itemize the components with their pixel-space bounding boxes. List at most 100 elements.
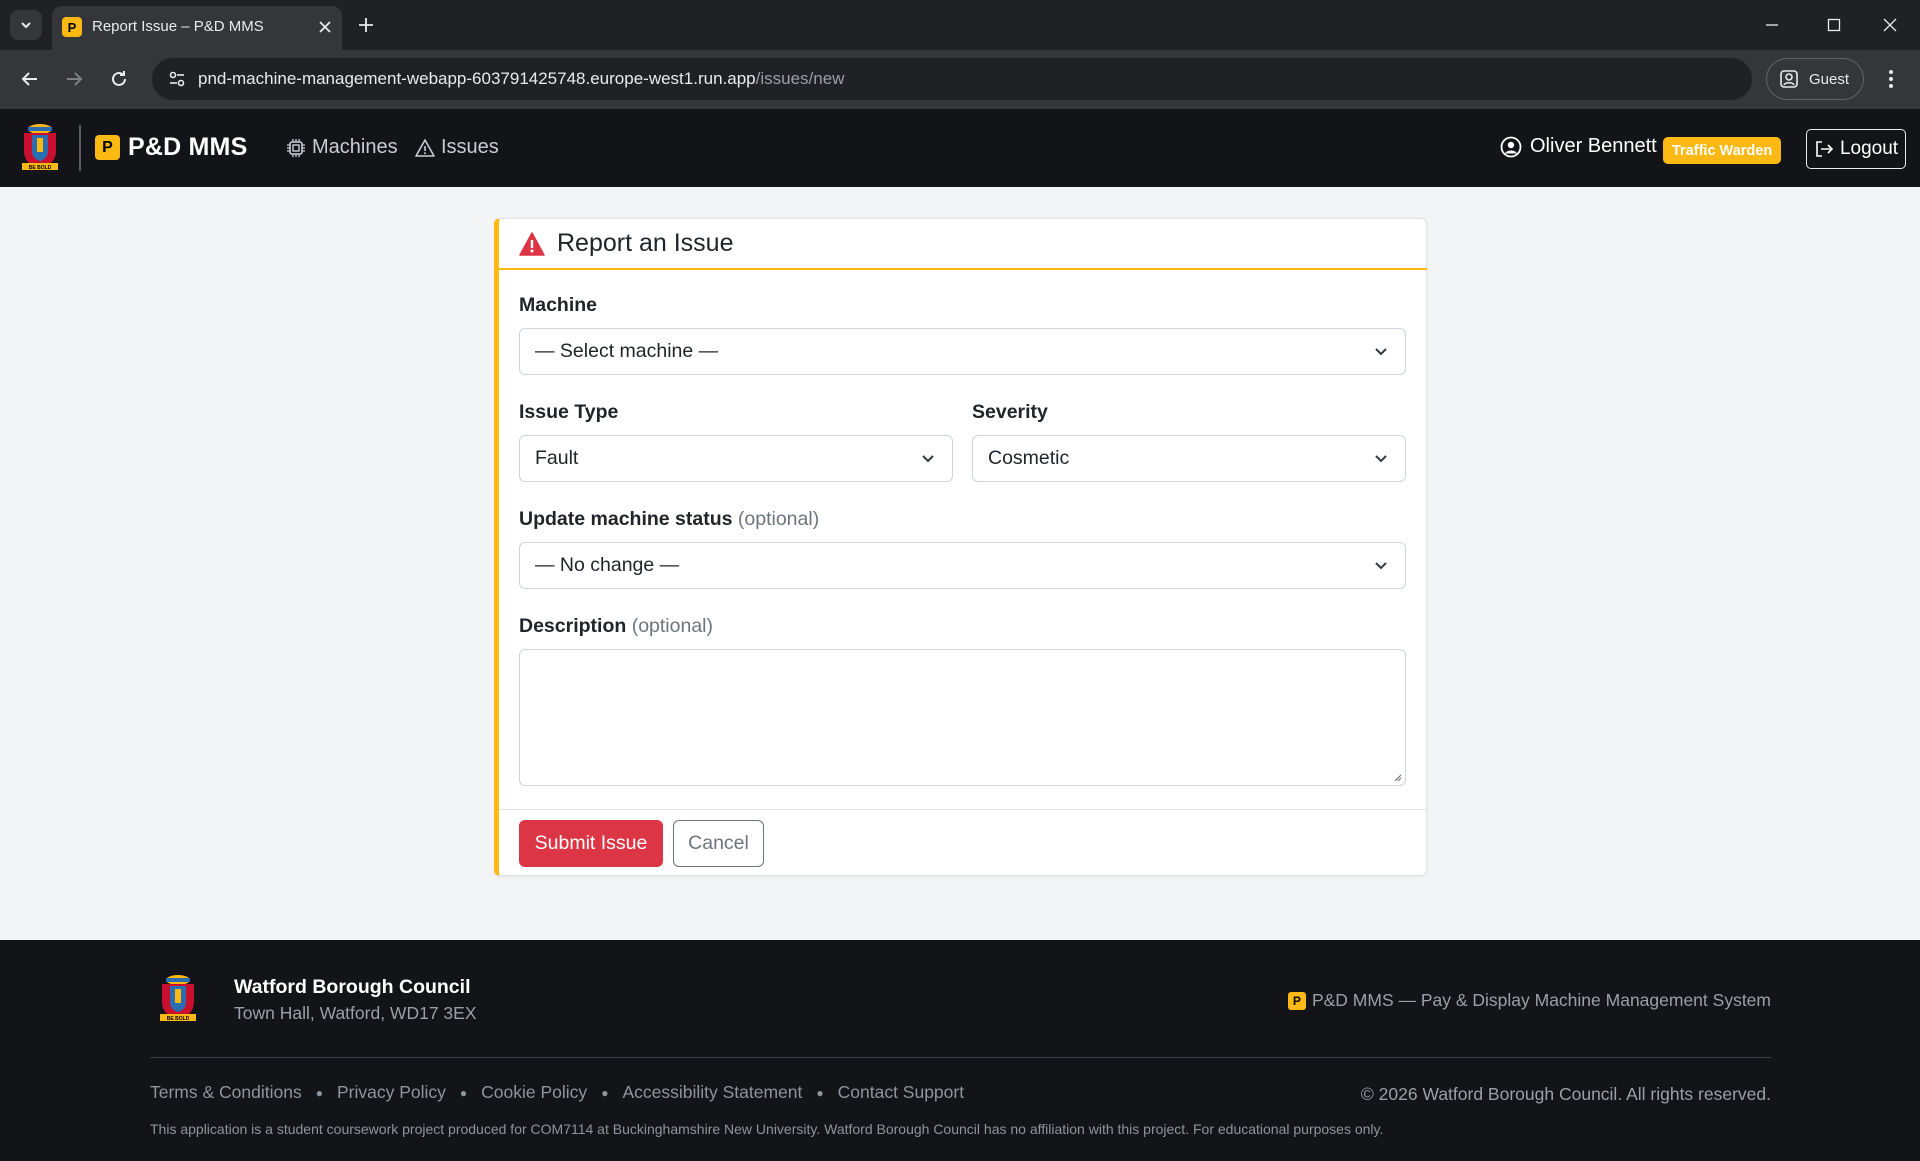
card-title: Report an Issue	[557, 229, 734, 257]
footer-link-separator: ●	[315, 1085, 323, 1100]
address-bar[interactable]: pnd-machine-management-webapp-6037914257…	[152, 58, 1752, 100]
profile-label: Guest	[1809, 70, 1850, 88]
logout-button[interactable]: Logout	[1806, 129, 1906, 169]
nav-link-machines-label: Machines	[312, 136, 398, 158]
footer-address: Town Hall, Watford, WD17 3EX	[234, 1003, 477, 1023]
reload-button[interactable]	[103, 63, 135, 95]
footer-link-accessibility[interactable]: Accessibility Statement	[622, 1082, 802, 1103]
issue-type-select[interactable]: Fault	[519, 435, 953, 482]
url-text: pnd-machine-management-webapp-6037914257…	[198, 69, 844, 89]
footer-p-icon: P	[1287, 991, 1306, 1010]
nav-link-issues[interactable]: Issues	[415, 136, 499, 159]
browser-toolbar: pnd-machine-management-webapp-6037914257…	[0, 50, 1920, 109]
warning-filled-icon	[519, 231, 545, 256]
guest-profile-icon	[1780, 70, 1798, 88]
footer-org-name: Watford Borough Council	[234, 976, 471, 998]
brand-name: P&D MMS	[128, 133, 248, 161]
status-optional-hint: (optional)	[737, 508, 820, 530]
arrow-right-icon	[67, 72, 83, 86]
footer-link-separator: ●	[601, 1085, 609, 1100]
role-badge: Traffic Warden	[1663, 137, 1782, 164]
tune-icon	[169, 71, 185, 87]
url-path: /issues/new	[755, 69, 845, 88]
svg-text:BE BOLD: BE BOLD	[167, 1016, 190, 1022]
close-icon	[319, 21, 331, 33]
site-info-button[interactable]	[162, 64, 192, 94]
nav-link-machines[interactable]: Machines	[286, 136, 398, 159]
tab-favicon: P	[62, 17, 82, 37]
footer-app-tagline: P P&D MMS — Pay & Display Machine Manage…	[1287, 990, 1771, 1011]
card-header: Report an Issue	[499, 219, 1427, 270]
more-vertical-icon	[1889, 70, 1893, 88]
severity-select[interactable]: Cosmetic	[972, 435, 1406, 482]
description-label-text: Description	[519, 615, 627, 637]
brand-link[interactable]: P P&D MMS	[95, 133, 247, 162]
url-host: pnd-machine-management-webapp-6037914257…	[198, 69, 756, 88]
browser-tab-active[interactable]: P Report Issue – P&D MMS	[52, 6, 342, 50]
logout-icon	[1816, 141, 1834, 157]
user-circle-icon	[1500, 136, 1522, 157]
nav-link-issues-label: Issues	[441, 136, 499, 158]
submit-issue-button[interactable]: Submit Issue	[519, 820, 663, 867]
issue-type-value: Fault	[535, 447, 579, 469]
chevron-down-icon	[1375, 455, 1387, 463]
user-info: Oliver Bennett	[1500, 135, 1657, 158]
profile-button[interactable]: Guest	[1766, 58, 1864, 100]
app-page: BE BOLD P P&D MMS Machines Issues Oliver…	[0, 109, 1920, 1161]
footer-app-tagline-text: P&D MMS — Pay & Display Machine Manageme…	[1311, 990, 1771, 1010]
resize-grip-icon[interactable]	[1392, 772, 1402, 782]
minimize-icon	[1766, 24, 1778, 26]
status-select[interactable]: — No change —	[519, 542, 1406, 589]
plus-icon	[359, 18, 373, 32]
navbar-divider	[79, 125, 81, 171]
status-label-text: Update machine status	[519, 508, 733, 530]
status-select-value: — No change —	[535, 554, 680, 576]
maximize-button[interactable]	[1810, 8, 1858, 42]
council-crest-logo: BE BOLD	[160, 975, 196, 1022]
card-footer: Submit Issue Cancel	[499, 809, 1427, 875]
window-close-button[interactable]	[1866, 8, 1914, 42]
machine-select-value: — Select machine —	[535, 340, 719, 362]
footer-links: Terms & Conditions ● Privacy Policy ● Co…	[150, 1082, 964, 1103]
warning-icon	[415, 138, 435, 157]
machine-select[interactable]: — Select machine —	[519, 328, 1406, 375]
council-crest-logo[interactable]: BE BOLD	[18, 123, 62, 173]
reload-icon	[112, 71, 126, 86]
browser-menu-button[interactable]	[1876, 64, 1906, 94]
footer-link-separator: ●	[816, 1085, 824, 1100]
forward-button[interactable]	[58, 63, 90, 95]
footer-link-support[interactable]: Contact Support	[838, 1082, 964, 1103]
tab-search-button[interactable]	[10, 10, 42, 40]
browser-tabstrip: P Report Issue – P&D MMS	[0, 0, 1920, 50]
chevron-down-icon	[922, 455, 934, 463]
footer-link-cookies[interactable]: Cookie Policy	[481, 1082, 587, 1103]
maximize-icon	[1827, 18, 1841, 32]
back-button[interactable]	[14, 63, 46, 95]
close-icon	[1883, 18, 1897, 32]
chevron-down-icon	[1375, 348, 1387, 356]
status-label: Update machine status (optional)	[519, 508, 819, 531]
description-optional-hint: (optional)	[631, 615, 713, 637]
footer-copyright: © 2026 Watford Borough Council. All righ…	[1360, 1084, 1771, 1104]
description-label: Description (optional)	[519, 615, 713, 638]
tab-close-button[interactable]	[314, 16, 336, 38]
chevron-down-icon	[1375, 562, 1387, 570]
brand-p-icon: P	[95, 135, 120, 160]
tab-title: Report Issue – P&D MMS	[92, 18, 264, 35]
new-tab-button[interactable]	[352, 11, 380, 39]
footer-link-separator: ●	[459, 1085, 468, 1100]
footer-link-terms[interactable]: Terms & Conditions	[150, 1082, 302, 1103]
minimize-button[interactable]	[1748, 8, 1796, 42]
description-textarea[interactable]	[519, 649, 1406, 786]
footer-disclaimer: This application is a student coursework…	[150, 1121, 1384, 1137]
app-navbar: BE BOLD P P&D MMS Machines Issues Oliver…	[0, 109, 1920, 187]
issue-type-label: Issue Type	[519, 401, 619, 423]
arrow-left-icon	[21, 72, 37, 86]
svg-text:BE BOLD: BE BOLD	[29, 165, 52, 171]
cancel-button[interactable]: Cancel	[673, 820, 764, 867]
chip-icon	[287, 138, 305, 157]
chevron-down-icon	[21, 22, 31, 29]
footer-link-privacy[interactable]: Privacy Policy	[337, 1082, 446, 1103]
site-footer: BE BOLD Watford Borough Council Town Hal…	[0, 940, 1920, 1161]
logout-label: Logout	[1839, 138, 1899, 159]
